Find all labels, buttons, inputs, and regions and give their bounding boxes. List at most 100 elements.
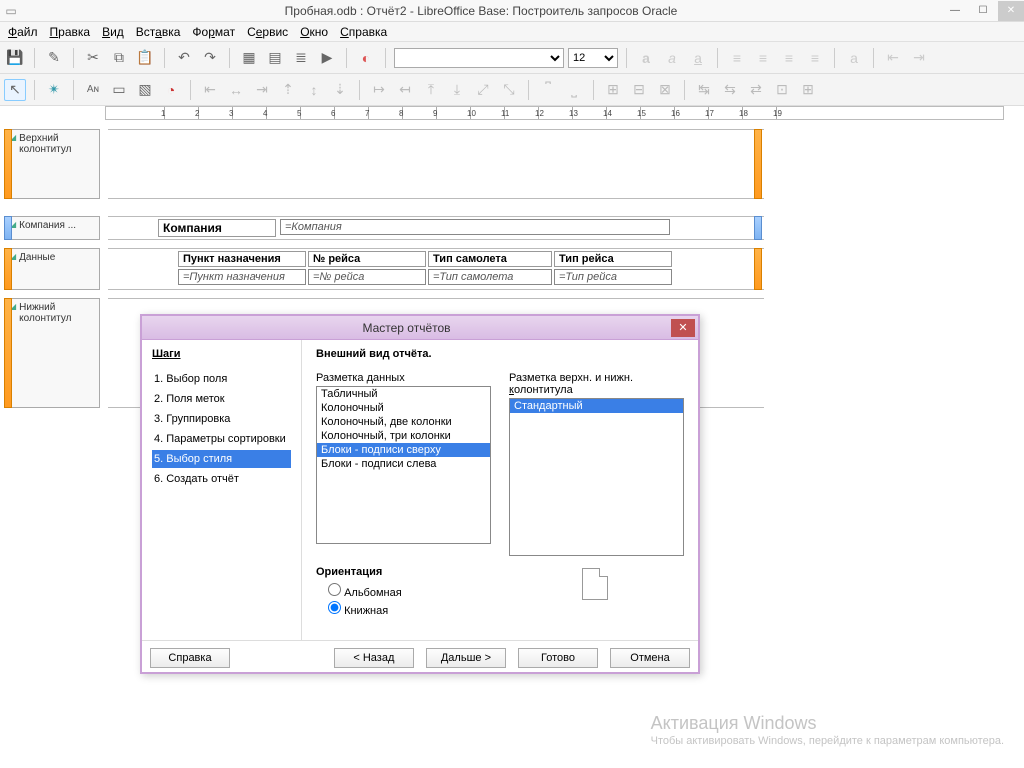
back-button[interactable]: < Назад <box>334 648 414 668</box>
wizard-step-5[interactable]: 5. Выбор стиля <box>152 450 291 468</box>
col-header-flight[interactable]: № рейса <box>308 251 426 267</box>
extra-tool-4[interactable]: ⊡ <box>771 79 793 101</box>
resize-tool-5[interactable]: ⤢ <box>472 79 494 101</box>
menu-window[interactable]: Окно <box>300 25 328 39</box>
align-tool-3[interactable]: ⇥ <box>251 79 273 101</box>
headerfooter-item[interactable]: Стандартный <box>510 399 683 413</box>
finish-button[interactable]: Готово <box>518 648 598 668</box>
paste-icon[interactable]: 📋 <box>134 47 156 69</box>
snap-tool-2[interactable]: ⊟ <box>628 79 650 101</box>
snap-tool-1[interactable]: ⊞ <box>602 79 624 101</box>
layout-item[interactable]: Блоки - подписи сверху <box>317 443 490 457</box>
align-tool-5[interactable]: ↕ <box>303 79 325 101</box>
col-header-plane[interactable]: Тип самолета <box>428 251 552 267</box>
section-tool-2[interactable]: ⎵ <box>563 79 585 101</box>
indent-dec-icon[interactable]: ⇤ <box>882 47 904 69</box>
next-button[interactable]: Дальше > <box>426 648 506 668</box>
save-icon[interactable]: 💾 <box>4 47 26 69</box>
band-data[interactable]: Пункт назначения № рейса Тип самолета Ти… <box>108 248 764 290</box>
format-tool-icon[interactable]: ✴ <box>43 79 65 101</box>
image-tool-icon[interactable]: ▧ <box>134 79 156 101</box>
layout-item[interactable]: Колоночный, две колонки <box>317 415 490 429</box>
resize-tool-4[interactable]: ⤓ <box>446 79 468 101</box>
resize-tool-2[interactable]: ↤ <box>394 79 416 101</box>
snap-tool-3[interactable]: ⊠ <box>654 79 676 101</box>
minimize-button[interactable]: — <box>942 1 968 21</box>
menu-insert[interactable]: Вставка <box>136 25 181 39</box>
layout-item[interactable]: Колоночный <box>317 401 490 415</box>
wizard-step-2[interactable]: 2. Поля меток <box>152 390 291 408</box>
resize-tool-1[interactable]: ↦ <box>368 79 390 101</box>
section-grip-bottom-header[interactable] <box>4 298 12 408</box>
align-tool-4[interactable]: ⇡ <box>277 79 299 101</box>
band-top-header[interactable] <box>108 129 764 199</box>
textfield-tool-icon[interactable]: ▭ <box>108 79 130 101</box>
section-grip-top-header-right[interactable] <box>754 129 762 199</box>
col-value-dest[interactable]: =Пункт назначения <box>178 269 306 285</box>
cut-icon[interactable]: ✂ <box>82 47 104 69</box>
chart-tool-icon[interactable]: ◔ <box>160 79 182 101</box>
align-tool-6[interactable]: ⇣ <box>329 79 351 101</box>
section-grip-data-right[interactable] <box>754 248 762 290</box>
align-right-icon[interactable]: ≡ <box>778 47 800 69</box>
menu-file[interactable]: Файл <box>8 25 38 39</box>
edit-mode-icon[interactable]: ✎ <box>43 47 65 69</box>
close-button[interactable]: ✕ <box>998 1 1024 21</box>
section-tool-1[interactable]: ⎴ <box>537 79 559 101</box>
menu-view[interactable]: Вид <box>102 25 124 39</box>
menu-edit[interactable]: Правка <box>50 25 91 39</box>
bold-icon[interactable]: a <box>635 47 657 69</box>
copy-icon[interactable]: ⧉ <box>108 47 130 69</box>
section-grip-data[interactable] <box>4 248 12 290</box>
redo-icon[interactable]: ↷ <box>199 47 221 69</box>
orientation-landscape[interactable]: Альбомная <box>328 582 684 600</box>
extra-tool-2[interactable]: ⇆ <box>719 79 741 101</box>
italic-icon[interactable]: a <box>661 47 683 69</box>
indent-inc-icon[interactable]: ⇥ <box>908 47 930 69</box>
col-header-type[interactable]: Тип рейса <box>554 251 672 267</box>
section-label-top-header[interactable]: ◢ Верхний колонтитул <box>4 129 100 199</box>
field-value-company[interactable]: =Компания <box>280 219 670 235</box>
select-tool-icon[interactable]: ↖ <box>4 79 26 101</box>
resize-tool-6[interactable]: ⤡ <box>498 79 520 101</box>
headerfooter-listbox[interactable]: Стандартный <box>509 398 684 556</box>
help-icon[interactable]: ◐ <box>355 47 377 69</box>
font-color-icon[interactable]: a <box>843 47 865 69</box>
extra-tool-5[interactable]: ⊞ <box>797 79 819 101</box>
orientation-portrait[interactable]: Книжная <box>328 600 684 618</box>
align-tool-1[interactable]: ⇤ <box>199 79 221 101</box>
col-value-flight[interactable]: =№ рейса <box>308 269 426 285</box>
menu-tools[interactable]: Сервис <box>247 25 288 39</box>
wizard-step-4[interactable]: 4. Параметры сортировки <box>152 430 291 448</box>
underline-icon[interactable]: a <box>687 47 709 69</box>
layout-item[interactable]: Блоки - подписи слева <box>317 457 490 471</box>
align-tool-2[interactable]: ↔ <box>225 79 247 101</box>
font-name-select[interactable] <box>394 48 564 68</box>
run-report-icon[interactable]: ▶ <box>316 47 338 69</box>
extra-tool-3[interactable]: ⇄ <box>745 79 767 101</box>
wizard-step-6[interactable]: 6. Создать отчёт <box>152 470 291 488</box>
layout-listbox[interactable]: ТабличныйКолоночныйКолоночный, две колон… <box>316 386 491 544</box>
section-grip-top-header[interactable] <box>4 129 12 199</box>
menu-format[interactable]: Формат <box>192 25 235 39</box>
section-label-company[interactable]: ◢ Компания ... <box>4 216 100 240</box>
sort-hint-icon[interactable]: ≣ <box>290 47 312 69</box>
dialog-close-button[interactable]: ✕ <box>671 319 695 337</box>
col-value-plane[interactable]: =Тип самолета <box>428 269 552 285</box>
section-label-bottom-header[interactable]: ◢ Нижний колонтитул <box>4 298 100 408</box>
wizard-step-3[interactable]: 3. Группировка <box>152 410 291 428</box>
add-field-icon[interactable]: ▤ <box>264 47 286 69</box>
band-company[interactable]: Компания =Компания <box>108 216 764 240</box>
maximize-button[interactable]: ☐ <box>970 1 996 21</box>
align-justify-icon[interactable]: ≡ <box>804 47 826 69</box>
help-button[interactable]: Справка <box>150 648 230 668</box>
align-left-icon[interactable]: ≡ <box>726 47 748 69</box>
report-nav-icon[interactable]: ▦ <box>238 47 260 69</box>
menu-help[interactable]: Справка <box>340 25 387 39</box>
cancel-button[interactable]: Отмена <box>610 648 690 668</box>
label-tool-icon[interactable]: Aɴ <box>82 79 104 101</box>
align-center-icon[interactable]: ≡ <box>752 47 774 69</box>
section-grip-company-right[interactable] <box>754 216 762 240</box>
font-size-select[interactable]: 12 <box>568 48 618 68</box>
undo-icon[interactable]: ↶ <box>173 47 195 69</box>
